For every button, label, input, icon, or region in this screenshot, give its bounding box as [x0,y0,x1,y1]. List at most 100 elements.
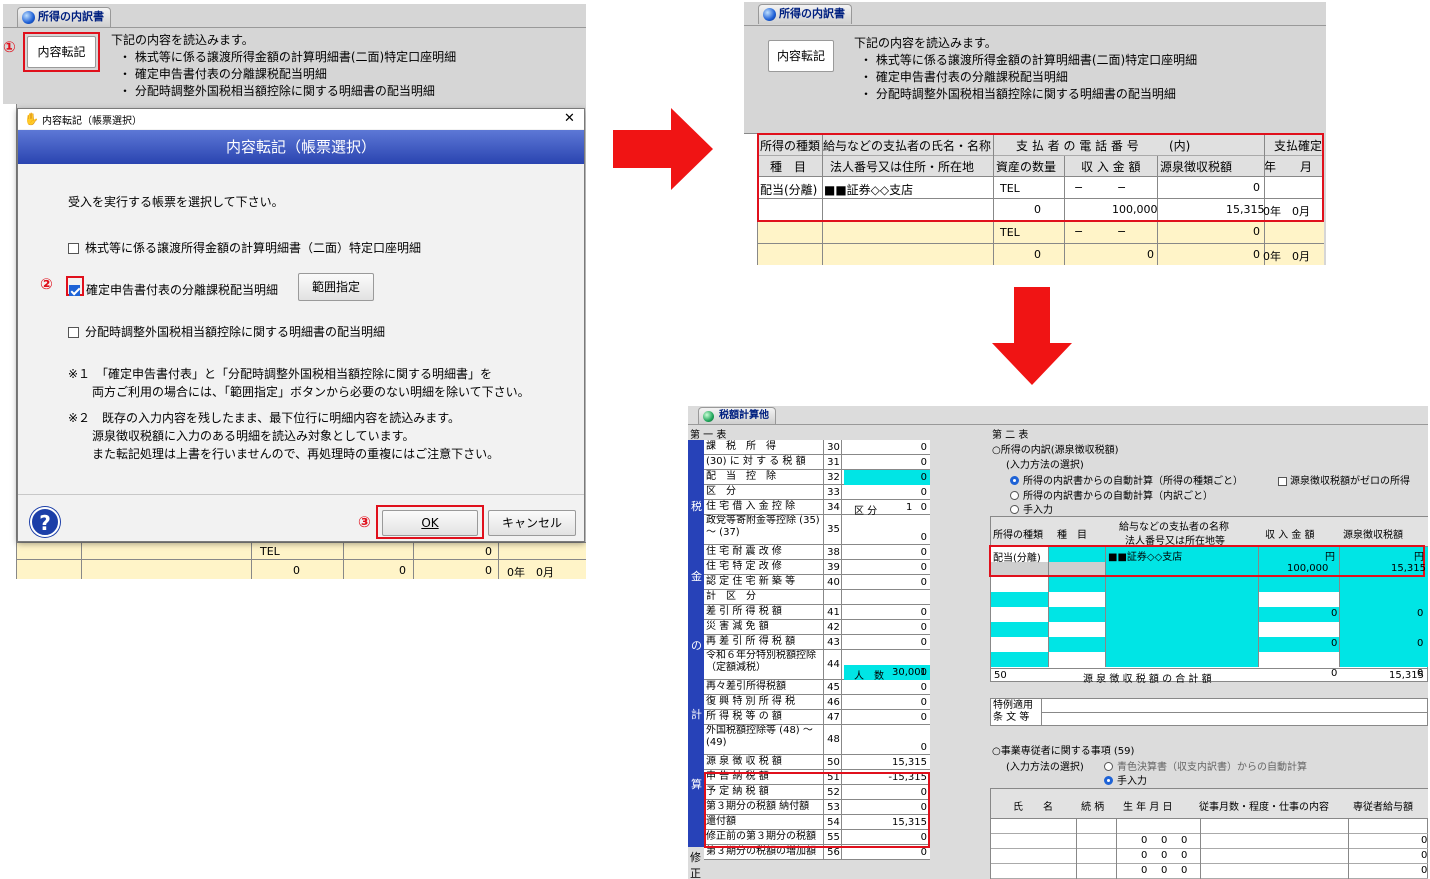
table-cell[interactable] [1049,637,1106,652]
table-cell[interactable] [991,819,1077,834]
option-foreign-tax[interactable]: 分配時調整外国税相当額控除に関する明細書の配当明細 [68,323,385,340]
tax-row-value[interactable]: 0 [844,485,930,500]
table-cell[interactable] [1106,652,1259,667]
table-cell[interactable] [1049,577,1106,592]
radio-checked[interactable] [1010,476,1019,485]
table-cell[interactable] [1259,607,1340,622]
table-cell[interactable] [991,652,1049,667]
table-cell[interactable] [1106,577,1259,592]
transfer-button[interactable]: 内容転記 [27,36,96,68]
table-cell[interactable] [1077,819,1117,834]
tax-row-value[interactable]: 15,315 [844,755,930,770]
table-cell[interactable] [1117,819,1201,834]
cell-qty[interactable]: 0 [1034,248,1041,261]
cell-kind[interactable]: 配当(分離) [993,549,1041,564]
cell-zero[interactable]: 0 [1417,638,1423,649]
checkbox[interactable] [1278,477,1287,486]
range-button[interactable]: 範囲指定 [298,273,374,301]
transfer-button[interactable]: 内容転記 [768,40,834,72]
tax-row-value[interactable]: 0 [844,605,930,620]
help-icon[interactable]: ? [30,507,60,537]
table-cell[interactable] [991,577,1049,592]
tab-income-breakdown[interactable]: 所得の内訳書 [17,7,111,27]
table-cell[interactable] [991,864,1077,879]
close-icon[interactable]: ✕ [564,111,575,126]
radio[interactable] [1010,491,1019,500]
table-cell[interactable] [1349,819,1428,834]
table-cell[interactable] [1340,577,1428,592]
table-cell[interactable] [991,607,1049,622]
table-cell[interactable] [1077,849,1117,864]
table-cell[interactable] [991,849,1077,864]
table-cell[interactable] [1259,622,1340,637]
cell-zero[interactable]: 0 [1331,608,1337,619]
table-cell[interactable] [1201,849,1349,864]
cancel-button[interactable]: キャンセル [488,510,576,536]
cell-tel[interactable]: TEL [1000,226,1020,239]
table-cell[interactable] [1349,834,1428,849]
radio-auto-item[interactable]: 所得の内訳書からの自動計算（内訳ごと） [1010,487,1213,502]
option-separate-dividend[interactable]: 確定申告書付表の分離課税配当明細 [69,281,278,298]
tax-row-value[interactable] [844,590,930,605]
checkbox[interactable] [68,243,79,254]
tax-row-value[interactable]: 0 [844,440,930,455]
tax-row-value[interactable]: 0 [844,680,930,695]
table-cell[interactable] [1349,849,1428,864]
check-zero[interactable]: 源泉徴収税額がゼロの所得 [1278,472,1410,487]
cell-income[interactable]: 100,000 [1287,563,1328,574]
table-cell[interactable] [1077,834,1117,849]
tax-row-value[interactable]: 0 [844,635,930,650]
cell-tax[interactable]: 15,315 [1391,563,1426,574]
table-cell[interactable] [1340,637,1428,652]
cell-zero[interactable]: 0 [1417,608,1423,619]
table-cell[interactable] [1106,592,1259,607]
table-cell[interactable] [1049,592,1106,607]
table-cell[interactable] [991,622,1049,637]
cell-zero[interactable]: 0 [1331,668,1337,679]
tax-row-value[interactable]: 0 [844,575,930,590]
cell-tax[interactable]: 0 [1253,248,1260,261]
cell-zero[interactable]: 0 [1417,668,1423,679]
table-cell[interactable] [1349,864,1428,879]
radio-aoiro[interactable]: 青色決算書（収支内訳書）からの自動計算 [1104,758,1307,773]
table-cell[interactable] [1340,652,1428,667]
table-cell[interactable] [1259,577,1340,592]
tax-row-value[interactable]: 0 [844,710,930,725]
radio[interactable] [1104,762,1113,771]
table-cell[interactable] [991,592,1049,607]
table-cell[interactable] [1259,592,1340,607]
table-cell[interactable] [1201,819,1349,834]
tax-row-value[interactable]: 0 [844,530,930,545]
tax-row-value[interactable]: 0 [844,455,930,470]
table-cell[interactable] [1259,637,1340,652]
table-cell[interactable] [1049,607,1106,622]
ok-button[interactable]: OK [382,510,478,536]
tax-row-value[interactable]: 0 [844,560,930,575]
tax-row-value[interactable]: 0 [844,695,930,710]
checkbox[interactable] [68,327,79,338]
tab-income-breakdown[interactable]: 所得の内訳書 [758,4,852,24]
tax-row-value[interactable]: 0 [844,545,930,560]
table-cell[interactable] [1117,864,1201,879]
table-cell[interactable] [1201,864,1349,879]
yen[interactable]: 円 [1414,548,1424,563]
option-stock-transfer[interactable]: 株式等に係る譲渡所得金額の計算明細書（二面）特定口座明細 [68,239,421,256]
table-cell[interactable] [991,834,1077,849]
table-cell[interactable] [1106,637,1259,652]
table-cell[interactable] [1201,834,1349,849]
tab-tax-calc[interactable]: 税額計算他 [698,407,776,424]
cell-payer[interactable]: ■■証券◇◇支店 [1108,548,1182,563]
table-cell[interactable] [991,637,1049,652]
table-cell[interactable] [1340,607,1428,622]
table-cell[interactable] [1106,622,1259,637]
tax-row-value[interactable]: 0 [844,620,930,635]
table-cell[interactable] [1049,652,1106,667]
tax-row-value[interactable]: 0 [844,470,930,485]
table-cell[interactable] [1259,652,1340,667]
checkbox-checked[interactable] [69,285,80,296]
table-cell[interactable] [1049,622,1106,637]
table-cell[interactable] [1340,592,1428,607]
radio-checked[interactable] [1104,776,1113,785]
table-cell[interactable] [1077,864,1117,879]
radio-manual2[interactable]: 手入力 [1104,772,1147,787]
